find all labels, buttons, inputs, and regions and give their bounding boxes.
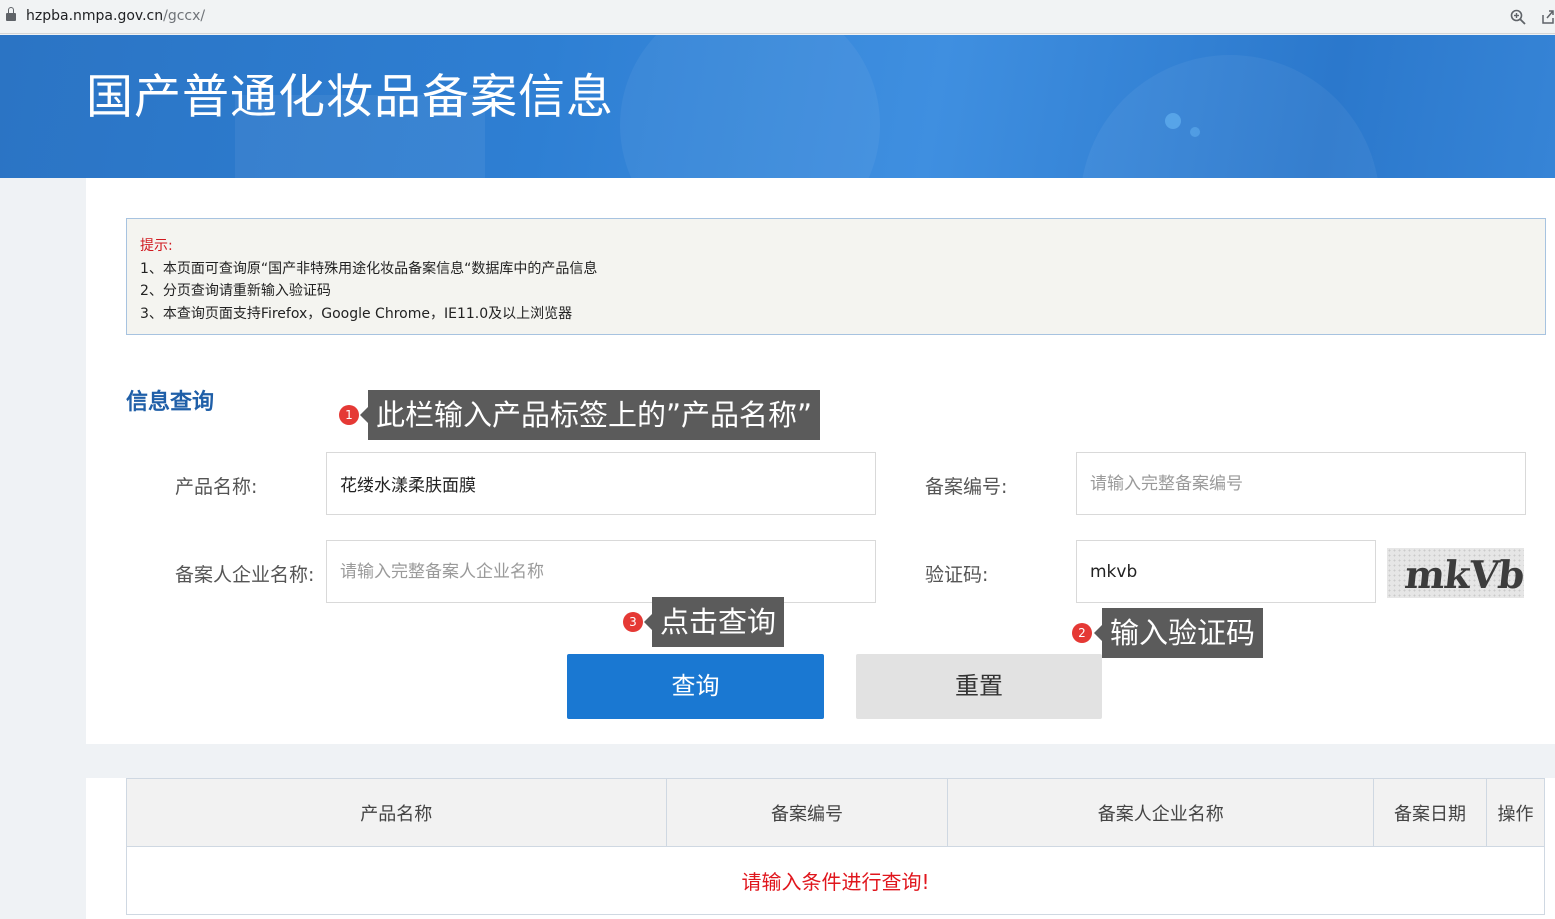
section-title: 信息查询 [126,390,215,415]
notice-box: 提示: 1、本页面可查询原“国产非特殊用途化妆品备案信息“数据库中的产品信息 2… [126,218,1546,335]
annotation-callout-product-name: 此栏输入产品标签上的”产品名称” [359,390,821,440]
url-host: hzpba.nmpa.gov.cn [26,8,164,24]
results-table: 产品名称 备案编号 备案人企业名称 备案日期 操作 请输入条件进行查询! [126,778,1545,915]
url-text[interactable]: hzpba.nmpa.gov.cn/gccx/ [26,8,205,24]
share-icon[interactable] [1541,9,1555,25]
product-name-input[interactable] [326,452,876,515]
record-number-input[interactable] [1076,452,1526,515]
zoom-icon[interactable] [1510,9,1526,25]
column-header-action: 操作 [1486,778,1545,847]
annotation-badge: 2 [1072,623,1092,643]
table-header-row: 产品名称 备案编号 备案人企业名称 备案日期 操作 [126,778,1545,847]
annotation-badge: 3 [623,612,643,632]
notice-line: 2、分页查询请重新输入验证码 [140,283,331,299]
notice-line: 3、本查询页面支持Firefox，Google Chrome，IE11.0及以上… [140,305,573,322]
annotation-badge: 1 [339,405,359,425]
page-title: 国产普通化妆品备案信息 [86,70,614,125]
annotation-callout-captcha: 输入验证码 [1093,608,1264,658]
product-name-label: 产品名称: [175,476,258,498]
column-header-record-date: 备案日期 [1373,778,1487,847]
captcha-image[interactable]: mkVb [1387,548,1524,598]
browser-address-bar[interactable]: hzpba.nmpa.gov.cn/gccx/ [0,0,1555,34]
table-row: 请输入条件进行查询! [126,846,1545,915]
empty-results-message: 请输入条件进行查询! [126,846,1545,915]
lock-icon [6,7,16,21]
url-path: /gccx/ [163,8,206,24]
column-header-company-name: 备案人企业名称 [947,778,1375,847]
column-header-record-number: 备案编号 [665,778,949,847]
reset-button[interactable]: 重置 [856,654,1102,719]
captcha-image-text: mkVb [1402,552,1524,597]
captcha-label: 验证码: [925,564,989,586]
header-banner: 国产普通化妆品备案信息 [0,35,1555,178]
company-name-input[interactable] [326,540,876,603]
column-header-product-name: 产品名称 [126,778,667,847]
captcha-input[interactable] [1076,540,1376,603]
annotation-callout-query: 点击查询 [643,597,785,647]
notice-line: 1、本页面可查询原“国产非特殊用途化妆品备案信息“数据库中的产品信息 [140,260,598,277]
company-name-label: 备案人企业名称: [175,564,315,586]
notice-tip-label: 提示: [140,238,173,254]
query-panel: 提示: 1、本页面可查询原“国产非特殊用途化妆品备案信息“数据库中的产品信息 2… [86,178,1555,744]
record-number-label: 备案编号: [925,476,1008,498]
query-button[interactable]: 查询 [567,654,824,719]
results-panel: 产品名称 备案编号 备案人企业名称 备案日期 操作 请输入条件进行查询! [86,778,1555,919]
